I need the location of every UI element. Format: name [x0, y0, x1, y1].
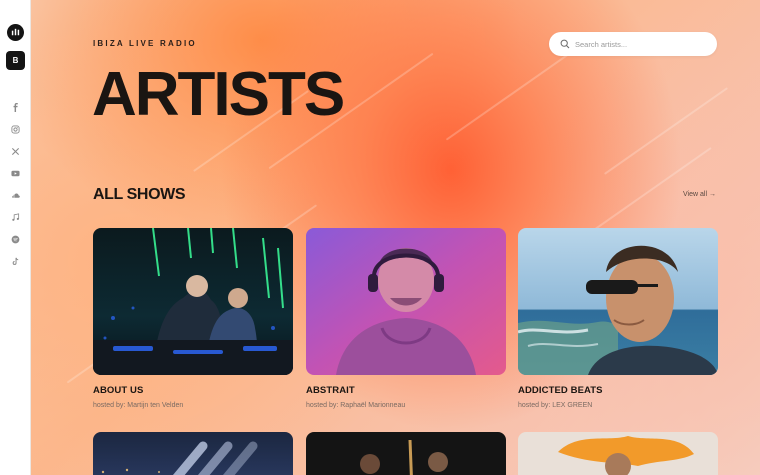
show-thumbnail[interactable]: [518, 228, 718, 375]
show-card[interactable]: ADDICTED BEATS hosted by: LEX GREEN: [518, 228, 718, 409]
soundcloud-icon[interactable]: [8, 188, 23, 203]
music-note-icon[interactable]: [8, 210, 23, 225]
tiktok-icon[interactable]: [8, 254, 23, 269]
show-host: hosted by: Martijn ten Velden: [93, 402, 184, 409]
show-card[interactable]: ABOUT US hosted by: Martijn ten Velden: [93, 228, 293, 409]
show-thumbnail[interactable]: [93, 432, 293, 475]
view-all-link[interactable]: View all →: [683, 191, 716, 198]
light-streak: [603, 87, 729, 175]
main-content: IBIZA LIVE RADIO ARTISTS ALL SHOWS View …: [31, 0, 760, 475]
youtube-icon[interactable]: [8, 166, 23, 181]
sidebar: B: [0, 0, 31, 475]
show-thumbnail[interactable]: [306, 228, 506, 375]
show-title[interactable]: ABSTRAIT: [306, 385, 506, 396]
section-title: ALL SHOWS: [93, 186, 186, 203]
radio-logo-icon[interactable]: [7, 24, 24, 41]
menu-button-label: B: [12, 56, 19, 65]
show-thumbnail[interactable]: [518, 432, 718, 475]
search-icon: [560, 39, 570, 49]
light-streak: [445, 41, 587, 141]
page-title: ARTISTS: [92, 60, 345, 129]
search-input[interactable]: [575, 39, 705, 49]
menu-button[interactable]: B: [6, 51, 25, 70]
x-icon[interactable]: [8, 144, 23, 159]
search-bar[interactable]: [549, 32, 717, 56]
instagram-icon[interactable]: [8, 122, 23, 137]
brand-name[interactable]: IBIZA LIVE RADIO: [93, 39, 197, 48]
show-title[interactable]: ADDICTED BEATS: [518, 385, 718, 396]
show-thumbnail[interactable]: [93, 228, 293, 375]
show-thumbnail[interactable]: [306, 432, 506, 475]
show-host: hosted by: LEX GREEN: [518, 402, 593, 409]
spotify-icon[interactable]: [8, 232, 23, 247]
show-title[interactable]: ABOUT US: [93, 385, 293, 396]
show-card[interactable]: ABSTRAIT hosted by: Raphaël Marionneau: [306, 228, 506, 409]
facebook-icon[interactable]: [8, 100, 23, 115]
show-host: hosted by: Raphaël Marionneau: [306, 402, 406, 409]
